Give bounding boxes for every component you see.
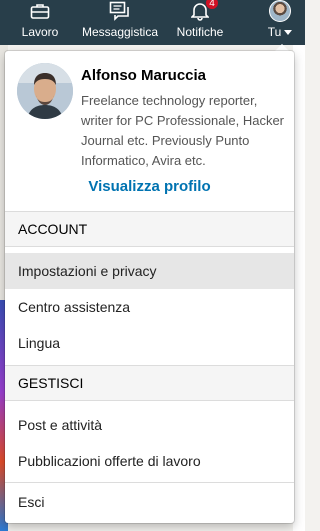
menu-item-sign-out[interactable]: Esci bbox=[5, 484, 294, 520]
background-page-right bbox=[293, 45, 305, 531]
account-section-heading: ACCOUNT bbox=[5, 211, 294, 247]
nav-label-tu: Tu bbox=[267, 25, 282, 39]
nav-label-notifiche: Notifiche bbox=[176, 25, 224, 39]
briefcase-icon bbox=[29, 0, 51, 22]
nav-label-lavoro: Lavoro bbox=[21, 25, 59, 39]
menu-item-language[interactable]: Lingua bbox=[5, 325, 294, 361]
view-profile-link[interactable]: Visualizza profilo bbox=[5, 178, 294, 195]
nav-item-lavoro[interactable]: Lavoro bbox=[17, 0, 63, 45]
avatar bbox=[269, 0, 291, 22]
profile-headline: Freelance technology reporter, writer fo… bbox=[81, 93, 285, 168]
menu-item-help-center[interactable]: Centro assistenza bbox=[5, 289, 294, 325]
profile-avatar[interactable] bbox=[17, 63, 73, 119]
profile-name: Alfonso Maruccia bbox=[81, 67, 207, 84]
manage-section-heading: GESTISCI bbox=[5, 365, 294, 401]
menu-item-job-postings[interactable]: Pubblicazioni offerte di lavoro bbox=[5, 443, 294, 479]
nav-item-tu[interactable]: Tu bbox=[260, 0, 300, 45]
messaging-icon bbox=[109, 0, 131, 22]
profile-card: Alfonso Maruccia Freelance technology re… bbox=[5, 51, 294, 211]
menu-item-posts-activity[interactable]: Post e attività bbox=[5, 407, 294, 443]
nav-item-messaggistica[interactable]: Messaggistica bbox=[80, 0, 160, 45]
nav-label-messaggistica: Messaggistica bbox=[81, 25, 159, 39]
bell-icon: 4 bbox=[189, 0, 219, 22]
caret-down-icon bbox=[284, 29, 293, 35]
nav-item-notifiche[interactable]: 4 Notifiche bbox=[170, 0, 230, 45]
top-navigation-bar: Lavoro Messaggistica 4 Notifiche Tu bbox=[0, 0, 305, 45]
notification-badge: 4 bbox=[205, 0, 219, 10]
profile-dropdown-menu: Alfonso Maruccia Freelance technology re… bbox=[5, 51, 294, 523]
menu-item-settings-privacy[interactable]: Impostazioni e privacy bbox=[5, 253, 294, 289]
menu-divider bbox=[5, 482, 294, 483]
